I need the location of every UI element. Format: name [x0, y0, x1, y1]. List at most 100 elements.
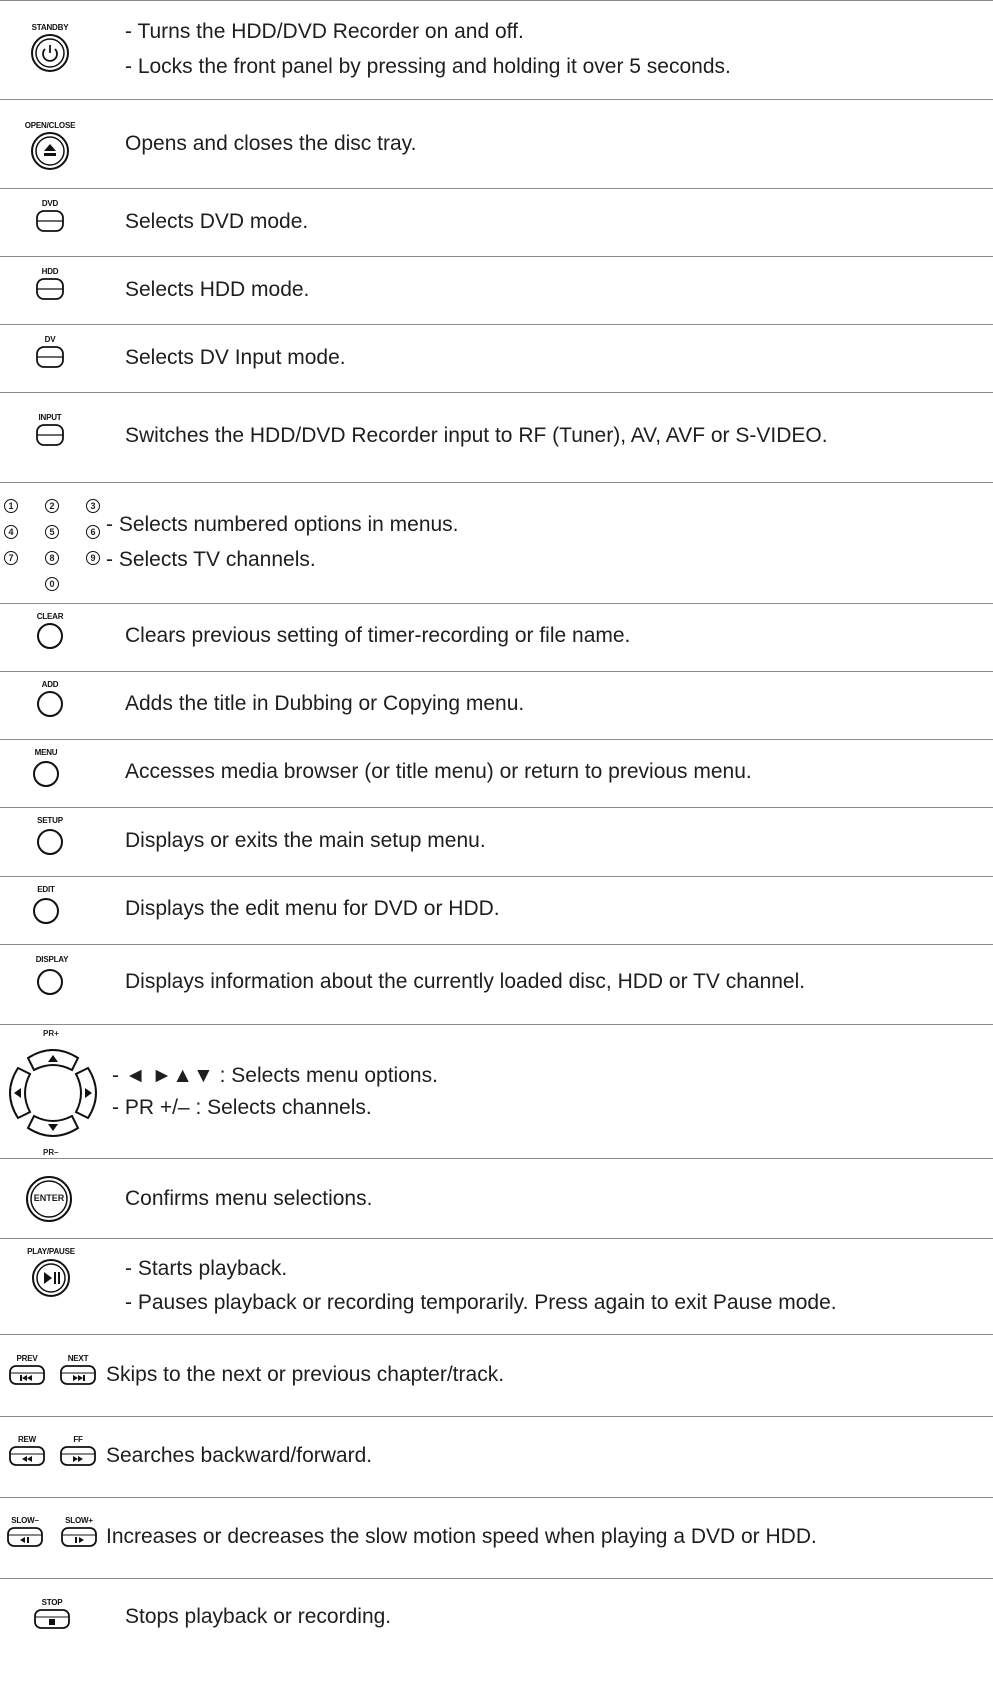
- row-divider: [0, 1334, 993, 1335]
- eject-icon: [31, 132, 69, 170]
- open-close-button-icon: OPEN/CLOSE: [22, 122, 78, 172]
- button-label: SLOW+: [65, 1516, 93, 1525]
- description-line: - PR +/– : Selects channels.: [112, 1096, 372, 1119]
- rect-button-icon: [36, 210, 64, 232]
- description-line: Selects DV Input mode.: [125, 346, 346, 369]
- row-divider: [0, 324, 993, 325]
- stop-button-icon: STOP: [28, 1599, 76, 1631]
- pr-plus-label: PR+: [43, 1029, 59, 1038]
- digit-2-icon: 2: [45, 499, 59, 513]
- button-label: SETUP: [37, 816, 63, 825]
- row-divider: [0, 1024, 993, 1025]
- fast-forward-icon: [60, 1446, 96, 1466]
- description-line: Increases or decreases the slow motion s…: [106, 1525, 817, 1548]
- row-divider: [0, 256, 993, 257]
- description-line: - ◄ ►▲▼ : Selects menu options.: [112, 1064, 438, 1087]
- add-button-icon: ADD: [22, 681, 78, 719]
- display-button-icon: DISPLAY: [24, 956, 80, 996]
- button-label: STOP: [41, 1598, 63, 1607]
- button-label: DISPLAY: [35, 955, 69, 964]
- row-divider: [0, 188, 993, 189]
- play-pause-icon: [32, 1259, 70, 1297]
- description-line: Skips to the next or previous chapter/tr…: [106, 1363, 505, 1386]
- slow-minus-button-icon: SLOW–: [3, 1517, 47, 1549]
- slow-reverse-icon: [7, 1527, 43, 1547]
- digit-7-icon: 7: [4, 551, 18, 565]
- input-button-icon: INPUT: [22, 414, 78, 448]
- next-button-icon: NEXT: [56, 1355, 100, 1387]
- description-line: - Starts playback.: [125, 1257, 288, 1280]
- row-divider: [0, 807, 993, 808]
- slow-forward-icon: [61, 1527, 97, 1547]
- enter-button-icon: ENTER: [24, 1174, 74, 1224]
- digit-1-icon: 1: [4, 499, 18, 513]
- digit-3-icon: 3: [86, 499, 100, 513]
- button-label: STANDBY: [31, 23, 69, 32]
- description-line: Searches backward/forward.: [106, 1444, 373, 1467]
- description-line: Stops playback or recording.: [125, 1605, 392, 1628]
- digit-9-icon: 9: [86, 551, 100, 565]
- button-label: FF: [73, 1435, 83, 1444]
- power-icon: [31, 34, 69, 72]
- round-button-icon: [33, 761, 59, 787]
- rect-button-icon: [36, 278, 64, 300]
- menu-button-icon: MENU: [18, 749, 74, 787]
- row-divider: [0, 392, 993, 393]
- description-line: - Selects TV channels.: [106, 548, 316, 571]
- description-line: Clears previous setting of timer-recordi…: [125, 624, 631, 647]
- hdd-button-icon: HDD: [22, 268, 78, 302]
- description-line: Selects HDD mode.: [125, 278, 310, 301]
- button-label: PREV: [16, 1354, 38, 1363]
- pr-minus-label: PR–: [43, 1148, 59, 1157]
- button-label: DV: [44, 335, 56, 344]
- button-label: MENU: [34, 748, 58, 757]
- digit-0-icon: 0: [45, 577, 59, 591]
- round-button-icon: [37, 969, 63, 995]
- ff-button-icon: FF: [56, 1436, 100, 1468]
- clear-button-icon: CLEAR: [22, 613, 78, 651]
- description-line: - Locks the front panel by pressing and …: [125, 55, 731, 78]
- digit-8-icon: 8: [45, 551, 59, 565]
- description-line: Opens and closes the disc tray.: [125, 132, 417, 155]
- slow-plus-button-icon: SLOW+: [57, 1517, 101, 1549]
- description-line: Adds the title in Dubbing or Copying men…: [125, 692, 525, 715]
- button-label: PLAY/PAUSE: [27, 1247, 75, 1256]
- description-line: Confirms menu selections.: [125, 1187, 373, 1210]
- description-line: Displays the edit menu for DVD or HDD.: [125, 897, 500, 920]
- button-label: HDD: [41, 267, 59, 276]
- numeric-keypad-icon: 1 2 3 4 5 6 7 8 9 0: [0, 482, 110, 603]
- dvd-button-icon: DVD: [22, 200, 78, 234]
- row-divider: [0, 1578, 993, 1579]
- description-line: Displays information about the currently…: [125, 970, 806, 993]
- dv-button-icon: DV: [22, 336, 78, 370]
- rect-button-icon: [36, 346, 64, 368]
- direction-pad-icon: PR+ PR–: [0, 1026, 106, 1158]
- row-divider: [0, 1497, 993, 1498]
- rewind-icon: [9, 1446, 45, 1466]
- play-pause-button-icon: PLAY/PAUSE: [20, 1248, 82, 1300]
- description-line: Displays or exits the main setup menu.: [125, 829, 486, 852]
- row-divider: [0, 99, 993, 100]
- button-label: REW: [17, 1435, 37, 1444]
- button-label: OPEN/CLOSE: [24, 121, 76, 130]
- skip-forward-icon: [60, 1365, 96, 1385]
- row-divider: [0, 482, 993, 483]
- row-divider: [0, 0, 993, 1]
- row-divider: [0, 671, 993, 672]
- skip-back-icon: [9, 1365, 45, 1385]
- digit-6-icon: 6: [86, 525, 100, 539]
- standby-button-icon: STANDBY: [22, 24, 78, 74]
- row-divider: [0, 944, 993, 945]
- digit-4-icon: 4: [4, 525, 18, 539]
- row-divider: [0, 1158, 993, 1159]
- rect-button-icon: [36, 424, 64, 446]
- round-button-icon: [37, 623, 63, 649]
- rew-button-icon: REW: [5, 1436, 49, 1468]
- button-label: DVD: [41, 199, 59, 208]
- button-label: ENTER: [33, 1193, 65, 1203]
- edit-button-icon: EDIT: [18, 886, 74, 924]
- button-label: ADD: [41, 680, 59, 689]
- button-label: CLEAR: [36, 612, 64, 621]
- stop-icon: [34, 1609, 70, 1629]
- digit-5-icon: 5: [45, 525, 59, 539]
